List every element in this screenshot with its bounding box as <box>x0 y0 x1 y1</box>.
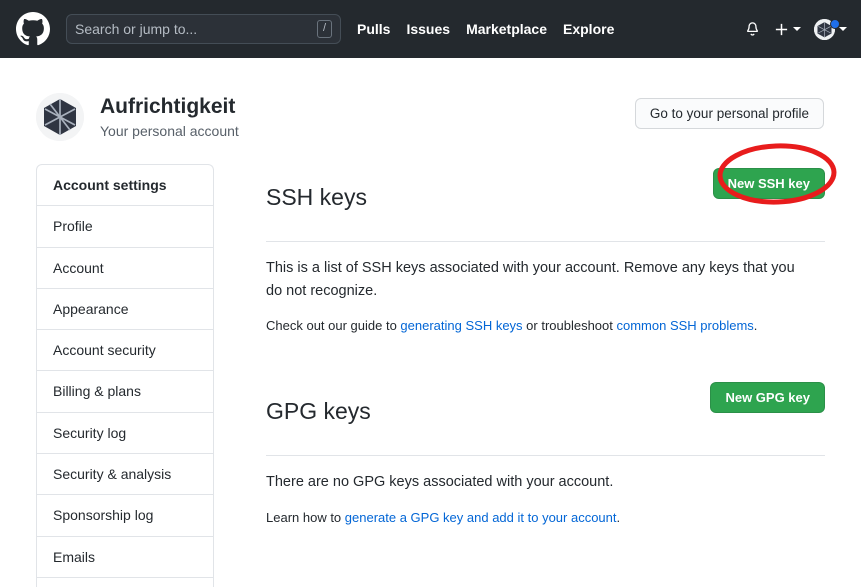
profile-text-block: Aufrichtigkeit Your personal account <box>100 94 239 139</box>
page-title: Aufrichtigkeit <box>100 95 236 119</box>
ssh-keys-header: SSH keys New SSH key <box>266 164 825 243</box>
plus-icon <box>774 22 789 37</box>
sidebar-item-billing-plans[interactable]: Billing & plans <box>37 371 213 413</box>
learn-prefix: Learn how to <box>266 510 345 525</box>
sidebar-item-account[interactable]: Account <box>37 248 213 289</box>
new-ssh-key-button[interactable]: New SSH key <box>712 168 825 199</box>
vigilant-mode-header: Vigilant mode Beta <box>266 576 825 587</box>
sidebar-item-sponsorship-log[interactable]: Sponsorship log <box>37 495 213 537</box>
new-gpg-key-button[interactable]: New GPG key <box>710 381 825 413</box>
search-input[interactable]: Search or jump to... / <box>66 14 341 44</box>
go-to-personal-profile-button[interactable]: Go to your personal profile <box>634 98 824 129</box>
settings-layout: Account settings Profile Account Appeara… <box>0 164 861 587</box>
nav-link-marketplace[interactable]: Marketplace <box>466 21 547 37</box>
primary-nav: Pulls Issues Marketplace Explore <box>357 21 614 37</box>
profile-subtitle: Your personal account <box>100 122 239 139</box>
search-shortcut-badge: / <box>316 20 332 38</box>
nav-link-pulls[interactable]: Pulls <box>357 21 390 37</box>
chevron-down-icon <box>839 27 847 31</box>
vigilant-mode-section: Vigilant mode Beta Flag unsigned commits… <box>266 576 825 587</box>
chevron-down-icon <box>793 27 801 31</box>
create-new-menu[interactable] <box>774 22 801 37</box>
nav-link-issues[interactable]: Issues <box>406 21 450 37</box>
gpg-keys-title: GPG keys <box>266 398 371 425</box>
user-avatar-identicon <box>36 93 84 141</box>
generate-gpg-key-link[interactable]: generate a GPG key and add it to your ac… <box>345 510 617 525</box>
sidebar-item-emails[interactable]: Emails <box>37 537 213 578</box>
ssh-keys-section: SSH keys New SSH key This is a list of S… <box>266 164 825 336</box>
gpg-keys-learn-text: Learn how to generate a GPG key and add … <box>266 508 825 528</box>
common-ssh-problems-link[interactable]: common SSH problems <box>617 318 754 333</box>
sidebar-item-notifications[interactable]: Notifications <box>37 578 213 587</box>
github-mark-icon[interactable] <box>16 12 50 46</box>
search-placeholder-text: Search or jump to... <box>75 21 198 37</box>
ssh-keys-guide-text: Check out our guide to generating SSH ke… <box>266 316 825 336</box>
ssh-keys-description: This is a list of SSH keys associated wi… <box>266 260 795 299</box>
generating-ssh-keys-link[interactable]: generating SSH keys <box>400 318 522 333</box>
guide-suffix: . <box>753 318 758 334</box>
settings-content: SSH keys New SSH key This is a list of S… <box>214 164 861 587</box>
sidebar-item-security-log[interactable]: Security log <box>37 413 213 455</box>
sidebar-item-account-settings: Account settings <box>37 165 213 207</box>
profile-header: Aufrichtigkeit Your personal account Go … <box>0 84 861 150</box>
sidebar-item-security-analysis[interactable]: Security & analysis <box>37 454 213 496</box>
page-body: Aufrichtigkeit Your personal account Go … <box>0 58 861 587</box>
guide-middle: or troubleshoot <box>522 318 617 334</box>
gpg-keys-header: GPG keys New GPG key <box>266 378 825 457</box>
bell-icon[interactable] <box>744 21 761 38</box>
notification-dot <box>830 18 840 29</box>
gpg-keys-description: There are no GPG keys associated with yo… <box>266 474 614 491</box>
guide-prefix: Check out our guide to <box>266 318 401 334</box>
ssh-keys-title: SSH keys <box>266 184 367 211</box>
sidebar-item-appearance[interactable]: Appearance <box>37 289 213 331</box>
global-header: Search or jump to... / Pulls Issues Mark… <box>0 0 861 58</box>
sidebar-item-account-security[interactable]: Account security <box>37 330 213 372</box>
gpg-keys-section: GPG keys New GPG key There are no GPG ke… <box>266 378 825 528</box>
header-actions <box>744 0 847 58</box>
sidebar-item-profile[interactable]: Profile <box>37 206 213 248</box>
account-menu[interactable] <box>814 18 847 40</box>
settings-sidebar: Account settings Profile Account Appeara… <box>36 164 214 587</box>
learn-suffix: . <box>616 510 621 525</box>
nav-link-explore[interactable]: Explore <box>563 21 614 37</box>
